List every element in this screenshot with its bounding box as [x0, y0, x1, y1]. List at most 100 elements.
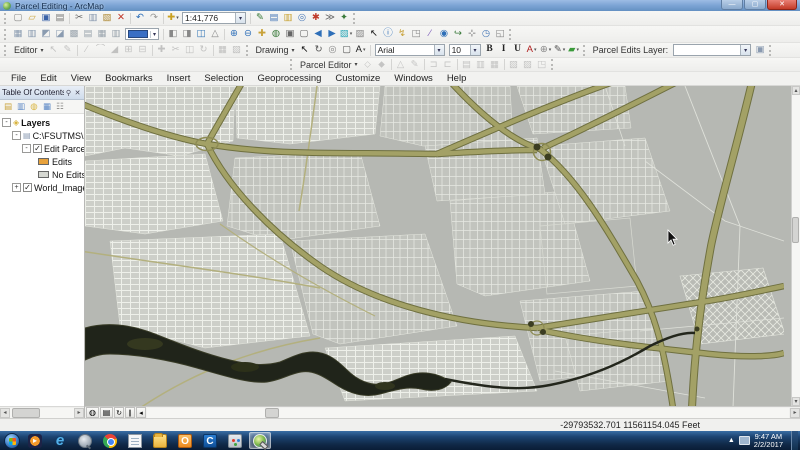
- scroll-right-icon[interactable]: ▸: [74, 407, 84, 418]
- arctoolbox-window-icon[interactable]: ✱: [309, 12, 323, 25]
- map-scale-value[interactable]: 1:41,776: [183, 13, 235, 23]
- clear-selected-features-icon[interactable]: ▨: [353, 28, 367, 41]
- editor-sketch-icon[interactable]: ✎: [253, 12, 267, 25]
- swipe-layer-icon[interactable]: ◫: [194, 28, 208, 41]
- delete-icon[interactable]: ✕: [114, 12, 128, 25]
- parcel-options-icon[interactable]: ◳: [535, 58, 549, 71]
- open-folder-icon[interactable]: ▱: [25, 12, 39, 25]
- toolbar-grip[interactable]: [353, 12, 358, 24]
- minimize-button[interactable]: —: [721, 0, 743, 10]
- new-document-icon[interactable]: ▢: [11, 12, 25, 25]
- go-to-xy-icon[interactable]: ⊹: [465, 28, 479, 41]
- line-color-icon[interactable]: ✎: [553, 44, 567, 57]
- map-canvas[interactable]: [85, 86, 791, 406]
- refresh-view-icon[interactable]: ↻: [114, 407, 124, 418]
- layer-checkbox[interactable]: ✓: [33, 144, 42, 153]
- pan-icon[interactable]: ✚: [255, 28, 269, 41]
- zoom-in-icon[interactable]: ⊕: [227, 28, 241, 41]
- rectangle-tool-icon[interactable]: ▢: [340, 44, 354, 57]
- font-size-combo[interactable]: 10 ▾: [448, 44, 481, 56]
- cut-polygons-icon[interactable]: ✂: [169, 44, 183, 57]
- italic-icon[interactable]: I: [497, 44, 511, 57]
- contrast-icon[interactable]: ◧: [166, 28, 180, 41]
- python-window-icon[interactable]: ≫: [323, 12, 337, 25]
- list-by-visibility-icon[interactable]: ◍: [28, 101, 40, 113]
- start-button[interactable]: [4, 432, 20, 449]
- clear-parcel-selection-icon[interactable]: ⬥: [375, 58, 389, 71]
- tree-item-no-edits[interactable]: No Edits: [0, 168, 84, 181]
- parcel-editor-menu[interactable]: Parcel Editor: [297, 59, 361, 71]
- edit-annotation-tool-icon[interactable]: ✎: [61, 44, 75, 57]
- parcel-division-icon[interactable]: ▤: [460, 58, 474, 71]
- scroll-right-icon[interactable]: ▸: [790, 407, 800, 418]
- toolbar-grip[interactable]: [550, 59, 556, 70]
- tree-item-group[interactable]: - ▤ C:\FSUTMS\D2\NEF: [0, 129, 84, 142]
- toc-options-icon[interactable]: ☷: [54, 101, 66, 113]
- explorer-icon[interactable]: [149, 432, 171, 449]
- fill-color-icon[interactable]: ▰: [567, 44, 581, 57]
- menu-edit[interactable]: Edit: [33, 73, 63, 84]
- layer-effects-3-icon[interactable]: ▥: [109, 28, 123, 41]
- reshape-feature-icon[interactable]: ✚: [155, 44, 169, 57]
- chrome-icon[interactable]: [99, 432, 121, 449]
- select-parcel-features-icon[interactable]: ⬦: [361, 58, 375, 71]
- map-scale-dropdown-icon[interactable]: ▾: [235, 13, 245, 23]
- hidden-icons-chevron[interactable]: ▲: [728, 437, 735, 444]
- edit-tool-icon[interactable]: ↖: [47, 44, 61, 57]
- copy-icon[interactable]: ▥: [86, 12, 100, 25]
- identify-icon[interactable]: ⓘ: [381, 28, 395, 41]
- fixed-zoom-out-icon[interactable]: ▢: [297, 28, 311, 41]
- search-window-icon[interactable]: ◎: [295, 12, 309, 25]
- toolbar-grip[interactable]: [582, 44, 588, 56]
- menu-view[interactable]: View: [64, 73, 98, 84]
- layer-effects-2-icon[interactable]: ▦: [95, 28, 109, 41]
- full-extent-icon[interactable]: ◍: [269, 28, 283, 41]
- layer-checkbox[interactable]: ✓: [23, 183, 32, 192]
- parcel-edits-layer-value-combo[interactable]: ▾: [673, 44, 752, 56]
- toc-close-icon[interactable]: ✕: [73, 89, 82, 97]
- join-parcel-icon[interactable]: ▧: [507, 58, 521, 71]
- data-view-button[interactable]: ◍: [86, 407, 99, 418]
- go-forward-extent-icon[interactable]: ▶: [325, 28, 339, 41]
- image-analysis-3-icon[interactable]: ▩: [67, 28, 81, 41]
- zoom-out-icon[interactable]: ⊖: [241, 28, 255, 41]
- map-vertical-scrollbar[interactable]: ▴ ▾: [791, 86, 800, 406]
- menu-customize[interactable]: Customize: [328, 73, 387, 84]
- restore-button[interactable]: ▢: [744, 0, 766, 10]
- unjoin-parcel-icon[interactable]: ▨: [521, 58, 535, 71]
- measure-icon[interactable]: ∕: [423, 28, 437, 41]
- paste-icon[interactable]: ▧: [100, 12, 114, 25]
- font-name-combo[interactable]: Arial ▾: [374, 44, 445, 56]
- menu-file[interactable]: File: [4, 73, 33, 84]
- tree-item-layers[interactable]: - ◈ Layers: [0, 116, 84, 129]
- select-features-icon[interactable]: ▧: [339, 28, 353, 41]
- trace-tool-icon[interactable]: ◢: [108, 44, 122, 57]
- tree-item-world-imagery[interactable]: + ✓ World_Imagery: [0, 181, 84, 194]
- new-parcel-icon[interactable]: ⊐: [427, 58, 441, 71]
- redo-icon[interactable]: ↷: [147, 12, 161, 25]
- font-size-value[interactable]: 10: [450, 45, 470, 55]
- sketch-properties-icon[interactable]: ▧: [230, 44, 244, 57]
- edit-vertices-icon[interactable]: ⊟: [136, 44, 150, 57]
- html-popup-icon[interactable]: ◳: [409, 28, 423, 41]
- c-app-icon[interactable]: [199, 432, 221, 449]
- internet-explorer-icon[interactable]: [49, 432, 71, 449]
- create-viewer-window-icon[interactable]: ◱: [493, 28, 507, 41]
- image-analysis-1-icon[interactable]: ◩: [39, 28, 53, 41]
- taskbar-clock[interactable]: 9:47 AM 2/2/2017: [754, 432, 787, 449]
- bold-icon[interactable]: B: [483, 44, 497, 57]
- map-horizontal-scrollbar[interactable]: ◍ ▤ ↻ ∥ ◂ ▸: [85, 406, 800, 418]
- model-builder-icon[interactable]: ✦: [337, 12, 351, 25]
- parcel-explorer-icon[interactable]: △: [394, 58, 408, 71]
- show-desktop-button[interactable]: [791, 431, 798, 450]
- font-name-dropdown-icon[interactable]: ▾: [433, 45, 444, 55]
- cut-icon[interactable]: ✂: [72, 12, 86, 25]
- notepad-icon[interactable]: [124, 432, 146, 449]
- collapse-icon[interactable]: -: [12, 131, 21, 140]
- endpoint-arc-icon[interactable]: ⌒: [94, 44, 108, 57]
- save-icon[interactable]: ▣: [39, 12, 53, 25]
- catalog-window-icon[interactable]: ▥: [281, 12, 295, 25]
- pin-icon[interactable]: ⚲: [64, 89, 73, 97]
- collapse-icon[interactable]: -: [2, 118, 11, 127]
- list-by-selection-icon[interactable]: ▦: [41, 101, 53, 113]
